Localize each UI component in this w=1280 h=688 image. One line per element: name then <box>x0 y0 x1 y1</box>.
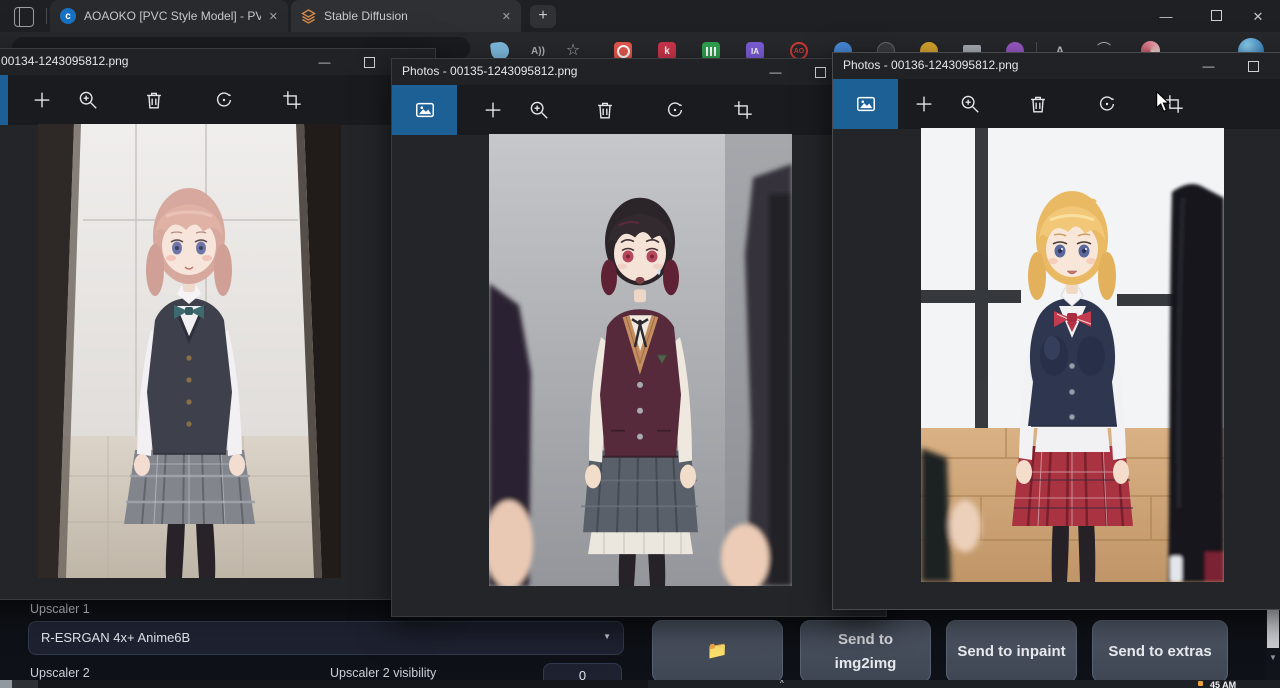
notification-icon <box>1198 681 1203 686</box>
tab-title: Stable Diffusion <box>324 9 494 23</box>
photos-toolbar <box>392 85 886 135</box>
sd-favicon <box>301 9 316 24</box>
tab-title: AOAOKO [PVC Style Model] - PV <box>84 9 261 23</box>
crop-icon[interactable] <box>270 75 314 125</box>
photos-window-00136: Photos - 00136-1243095812.png — ✕ <box>832 52 1280 610</box>
rotate-icon[interactable] <box>202 75 246 125</box>
scrollbar-down-arrow[interactable]: ▼ <box>1266 650 1280 666</box>
tray-chevron-icon[interactable]: ^ <box>780 680 784 688</box>
crop-icon[interactable] <box>721 85 765 135</box>
image-00136 <box>921 128 1224 582</box>
delete-icon[interactable] <box>583 85 627 135</box>
mouse-cursor <box>1155 91 1171 118</box>
favorites-star-icon[interactable]: ☆ <box>563 40 583 60</box>
send-to-inpaint-button[interactable]: Send to inpaint <box>946 620 1077 683</box>
see-all-photos-button[interactable] <box>833 79 898 129</box>
photos-window-00134: Photos - 00134-1243095812.png — ✕ <box>0 48 436 600</box>
add-icon[interactable] <box>902 79 946 129</box>
clock: 45 AM <box>1210 680 1236 688</box>
title-bar[interactable]: Photos - 00134-1243095812.png — ✕ <box>0 49 435 75</box>
upscaler1-label: Upscaler 1 <box>30 602 90 616</box>
send-to-img2img-button[interactable]: Send to img2img <box>800 620 931 683</box>
window-close-button[interactable]: ✕ <box>1243 8 1273 26</box>
taskbar[interactable]: ^ 45 AM <box>0 680 1280 688</box>
delete-icon[interactable] <box>1016 79 1060 129</box>
chevron-down-icon: ▼ <box>603 632 611 641</box>
tab-actions-icon[interactable] <box>14 7 34 27</box>
taskbar-apps-area <box>648 680 1280 688</box>
window-title: Photos - 00135-1243095812.png <box>402 64 577 78</box>
tab-close-icon[interactable]: ✕ <box>502 10 511 23</box>
delete-icon[interactable] <box>132 75 176 125</box>
maximize-button[interactable] <box>347 49 392 75</box>
minimize-button[interactable]: — <box>1186 53 1231 79</box>
photos-toolbar <box>0 75 435 125</box>
window-title: Photos - 00134-1243095812.png <box>0 54 128 68</box>
civitai-favicon: c <box>60 8 76 24</box>
add-icon[interactable] <box>471 85 515 135</box>
photos-toolbar <box>833 79 1280 129</box>
add-icon[interactable] <box>20 75 64 125</box>
title-bar[interactable]: Photos - 00135-1243095812.png — ✕ <box>392 59 886 85</box>
start-button[interactable] <box>12 680 38 688</box>
rotate-icon[interactable] <box>1085 79 1129 129</box>
close-button[interactable]: ✕ <box>1276 53 1280 79</box>
upscaler1-dropdown[interactable]: R-ESRGAN 4x+ Anime6B ▼ <box>28 621 624 655</box>
zoom-in-icon[interactable] <box>948 79 992 129</box>
upscaler2-visibility-label: Upscaler 2 visibility <box>330 666 436 680</box>
window-restore-button[interactable] <box>1201 8 1231 26</box>
read-aloud-icon[interactable]: A)) <box>528 43 548 59</box>
title-bar[interactable]: Photos - 00136-1243095812.png — ✕ <box>833 53 1280 79</box>
tab-close-icon[interactable]: ✕ <box>269 10 278 23</box>
window-minimize-button[interactable]: — <box>1151 8 1181 26</box>
zoom-in-icon[interactable] <box>517 85 561 135</box>
minimize-button[interactable]: — <box>302 49 347 75</box>
window-title: Photos - 00136-1243095812.png <box>843 58 1018 72</box>
image-00135 <box>489 134 792 586</box>
see-all-photos-button[interactable] <box>0 75 8 125</box>
zoom-in-icon[interactable] <box>66 75 110 125</box>
tab-civitai[interactable]: c AOAOKO [PVC Style Model] - PV ✕ <box>50 0 288 32</box>
minimize-button[interactable]: — <box>753 59 798 85</box>
divider <box>46 8 47 24</box>
tab-stable-diffusion[interactable]: Stable Diffusion ✕ <box>291 0 521 32</box>
taskbar-corner <box>0 680 12 688</box>
photos-window-00135: Photos - 00135-1243095812.png — ✕ <box>391 58 887 617</box>
upscaler1-value: R-ESRGAN 4x+ Anime6B <box>41 630 190 645</box>
open-folder-button[interactable]: 📁 <box>652 620 783 683</box>
see-all-photos-button[interactable] <box>392 85 457 135</box>
maximize-button[interactable] <box>1231 53 1276 79</box>
send-to-extras-button[interactable]: Send to extras <box>1092 620 1228 683</box>
browser-tab-bar: c AOAOKO [PVC Style Model] - PV ✕ Stable… <box>0 0 1280 32</box>
upscaler2-label: Upscaler 2 <box>30 666 90 680</box>
new-tab-button[interactable]: + <box>530 5 556 28</box>
image-00134 <box>38 124 341 578</box>
rotate-icon[interactable] <box>653 85 697 135</box>
